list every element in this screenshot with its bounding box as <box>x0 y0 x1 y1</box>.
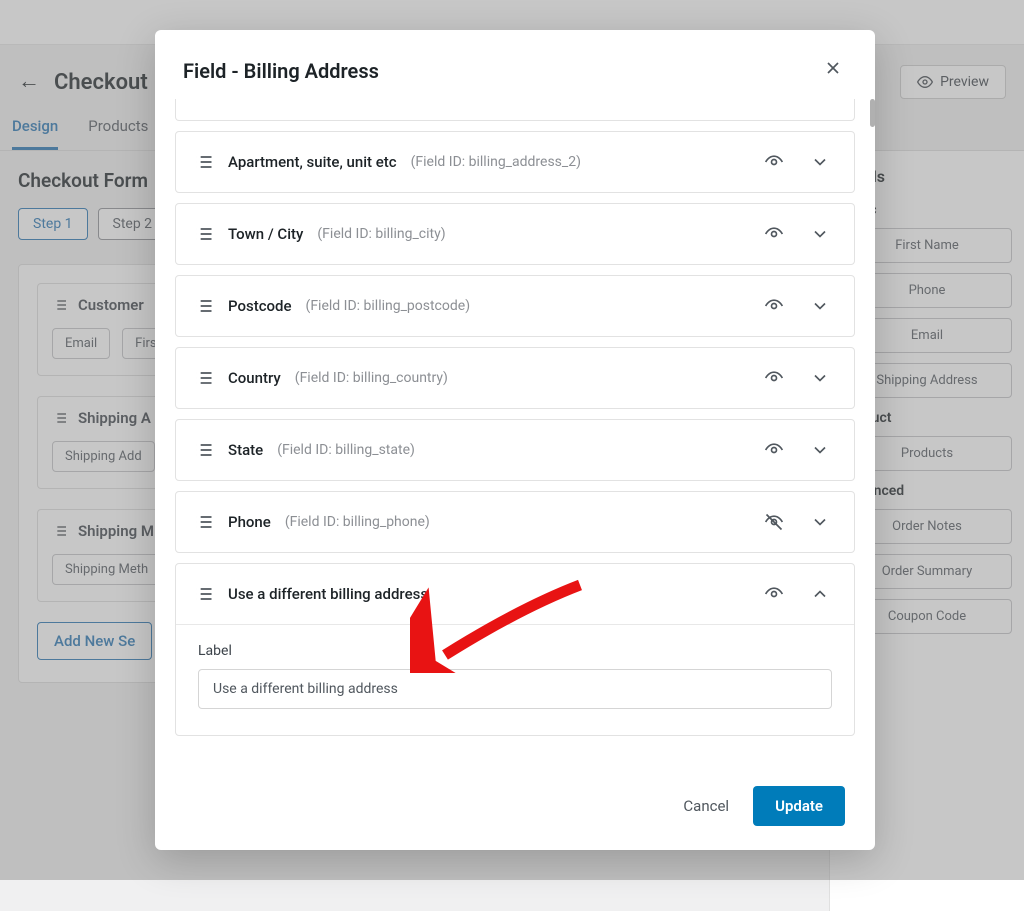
field-row-header[interactable]: Use a different billing address <box>176 564 854 624</box>
field-row: Phone (Field ID: billing_phone) <box>175 491 855 553</box>
field-row-header[interactable]: State (Field ID: billing_state) <box>176 420 854 480</box>
modal-footer: Cancel Update <box>155 768 875 850</box>
field-id: (Field ID: billing_state) <box>277 442 415 458</box>
input-label: Label <box>198 643 832 659</box>
drag-handle-icon[interactable] <box>194 512 214 532</box>
field-row-header[interactable]: Country (Field ID: billing_country) <box>176 348 854 408</box>
field-label: Town / City <box>228 225 303 243</box>
chevron-down-icon[interactable] <box>804 146 836 178</box>
chevron-down-icon[interactable] <box>804 506 836 538</box>
field-id: (Field ID: billing_address_2) <box>411 154 581 170</box>
cancel-button[interactable]: Cancel <box>683 797 729 815</box>
field-editor-modal: Field - Billing Address Apartment, suite… <box>155 30 875 850</box>
field-label: Phone <box>228 513 271 531</box>
drag-handle-icon[interactable] <box>194 440 214 460</box>
field-body: Label <box>176 624 854 735</box>
chevron-up-icon[interactable] <box>804 578 836 610</box>
field-id: (Field ID: billing_phone) <box>285 514 430 530</box>
field-label: Country <box>228 369 281 387</box>
field-id: (Field ID: billing_country) <box>295 370 448 386</box>
field-row: Postcode (Field ID: billing_postcode) <box>175 275 855 337</box>
field-row-header[interactable]: Apartment, suite, unit etc (Field ID: bi… <box>176 132 854 192</box>
drag-handle-icon[interactable] <box>194 584 214 604</box>
field-row-header[interactable]: Postcode (Field ID: billing_postcode) <box>176 276 854 336</box>
field-label: Use a different billing address <box>228 585 428 603</box>
visibility-toggle-icon[interactable] <box>758 578 790 610</box>
field-id: (Field ID: billing_city) <box>317 226 445 242</box>
field-row: Country (Field ID: billing_country) <box>175 347 855 409</box>
field-row-expanded: Use a different billing address Label <box>175 563 855 736</box>
chevron-down-icon[interactable] <box>804 434 836 466</box>
field-row-partial <box>175 99 855 121</box>
scrollbar-thumb[interactable] <box>870 99 875 127</box>
field-row: Apartment, suite, unit etc (Field ID: bi… <box>175 131 855 193</box>
drag-handle-icon[interactable] <box>194 224 214 244</box>
visibility-toggle-icon[interactable] <box>758 506 790 538</box>
field-label: Postcode <box>228 297 292 315</box>
visibility-toggle-icon[interactable] <box>758 290 790 322</box>
field-label: Apartment, suite, unit etc <box>228 153 397 171</box>
chevron-down-icon[interactable] <box>804 218 836 250</box>
drag-handle-icon[interactable] <box>194 368 214 388</box>
close-icon[interactable] <box>819 54 847 87</box>
modal-title: Field - Billing Address <box>183 59 379 83</box>
visibility-toggle-icon[interactable] <box>758 218 790 250</box>
chevron-down-icon[interactable] <box>804 290 836 322</box>
drag-handle-icon[interactable] <box>194 296 214 316</box>
drag-handle-icon[interactable] <box>194 152 214 172</box>
update-button[interactable]: Update <box>753 786 845 826</box>
visibility-toggle-icon[interactable] <box>758 362 790 394</box>
field-id: (Field ID: billing_postcode) <box>306 298 471 314</box>
field-row: State (Field ID: billing_state) <box>175 419 855 481</box>
modal-body: Apartment, suite, unit etc (Field ID: bi… <box>155 99 875 768</box>
field-label: State <box>228 441 263 459</box>
visibility-toggle-icon[interactable] <box>758 434 790 466</box>
chevron-down-icon[interactable] <box>804 362 836 394</box>
field-row: Town / City (Field ID: billing_city) <box>175 203 855 265</box>
field-row-header[interactable]: Town / City (Field ID: billing_city) <box>176 204 854 264</box>
visibility-toggle-icon[interactable] <box>758 146 790 178</box>
field-row-header[interactable]: Phone (Field ID: billing_phone) <box>176 492 854 552</box>
label-input[interactable] <box>198 669 832 709</box>
modal-header: Field - Billing Address <box>155 30 875 99</box>
